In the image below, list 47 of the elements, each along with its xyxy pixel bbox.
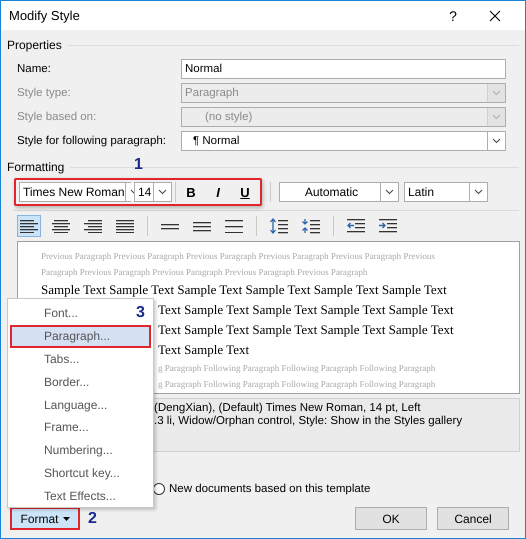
window-title: Modify Style [9, 8, 81, 23]
description-text: .3 li, Widow/Orphan control, Style: Show in the Styles gallery [154, 415, 464, 428]
color-dropdown[interactable]: Automatic [279, 182, 399, 202]
description-text: (DengXian), (Default) Times New Roman, 14 pt, Left [154, 402, 422, 415]
menu-item[interactable]: Paragraph... [10, 324, 151, 348]
preview-text: Paragraph Previous Paragraph Previous Paragraph Previous Paragraph Previous Paragraph [41, 266, 368, 279]
sample-text: Text Sample Text Sample Text Sample Text Sample Text [158, 301, 454, 319]
bold-button[interactable]: B [179, 182, 203, 202]
menu-item[interactable]: Text Effects... [42, 484, 118, 508]
menu-item[interactable]: Numbering... [42, 438, 115, 462]
menu-item[interactable]: Border... [42, 370, 92, 394]
group-heading: Formatting [7, 160, 64, 174]
radio-label[interactable]: New documents based on this template [169, 483, 370, 495]
field-label: Style for following paragraph: [17, 135, 167, 147]
menu-item[interactable]: Language... [42, 393, 110, 416]
field-label: Style based on: [17, 111, 98, 123]
help-button[interactable]: ? [433, 8, 473, 24]
preview-text: g Paragraph Following Paragraph Following Paragraph Following Paragraph [158, 378, 436, 391]
field-label: Name: [17, 63, 52, 75]
preview-text: Previous Paragraph Previous Paragraph Previous Paragraph Previous Paragraph Previous Paragraph Previous [41, 250, 435, 263]
menu-item[interactable]: Font... [42, 302, 80, 325]
step-number: 3 [136, 304, 145, 322]
caret-icon [62, 516, 70, 520]
group-heading: Properties [7, 38, 62, 52]
script-dropdown[interactable]: Latin [404, 182, 488, 202]
field-label: Style type: [17, 87, 72, 99]
name-field[interactable]: Normal [181, 59, 506, 79]
font-dropdown[interactable]: Times New Roman [19, 182, 131, 202]
size-dropdown[interactable]: 14 [134, 182, 172, 202]
radio-button[interactable] [153, 483, 165, 495]
sample-text: Text Sample Text [158, 341, 250, 359]
ok-button[interactable]: OK [355, 507, 427, 530]
preview-text: g Paragraph Following Paragraph Following Paragraph Following Paragraph [158, 362, 436, 375]
sample-text: Sample Text Sample Text Sample Text Sample Text Sample Text Sample Text [41, 281, 447, 299]
step-number: 1 [134, 156, 143, 174]
close-icon[interactable] [489, 10, 501, 22]
step-number: 2 [88, 510, 97, 528]
align-left-icon[interactable] [17, 215, 41, 237]
sample-text: Text Sample Text Sample Text Sample Text Sample Text [158, 321, 454, 339]
menu-item[interactable]: Tabs... [42, 348, 82, 370]
menu-item[interactable]: Frame... [42, 416, 91, 439]
format-button[interactable]: Format [10, 507, 80, 530]
italic-button[interactable]: I [206, 182, 230, 202]
menu-item[interactable]: Shortcut key... [42, 461, 122, 484]
cancel-button[interactable]: Cancel [437, 507, 509, 530]
underline-button[interactable]: U [233, 182, 257, 202]
style-dropdown[interactable]: ¶ Normal [181, 131, 506, 151]
